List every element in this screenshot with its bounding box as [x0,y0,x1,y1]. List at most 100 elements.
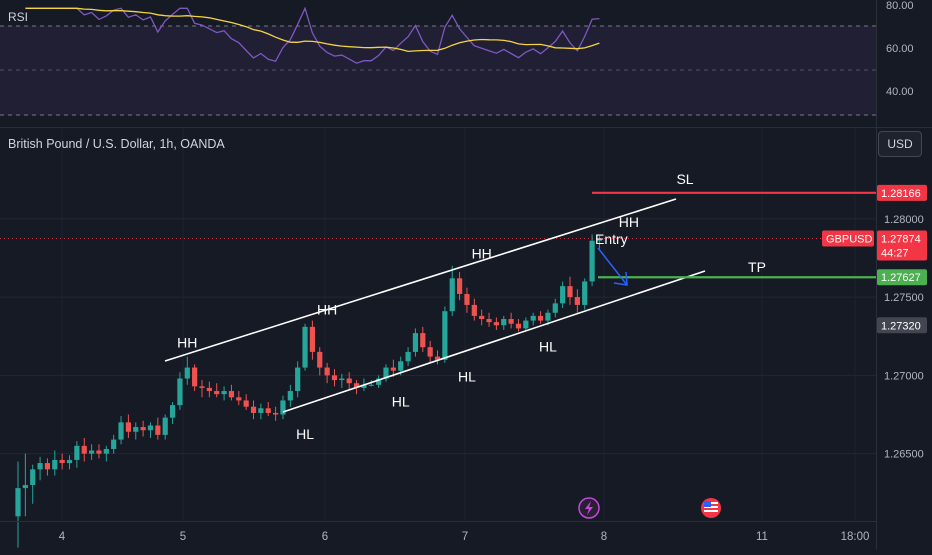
candle-body [214,391,220,395]
swing-label: HL [539,339,557,355]
candle [287,384,293,407]
candle-body [567,286,573,298]
time-tick-label: 4 [59,531,66,543]
candle [221,386,227,401]
candle-body [420,333,426,348]
candle-body [221,391,227,395]
time-axis[interactable]: 4 5 6 7 8 11 18:00 [59,531,870,543]
candle [169,402,176,424]
candle-body [37,463,43,470]
drawings[interactable]: SLTPEntryHHHHHHHHHLHLHLHL [164,171,876,442]
swing-label: HL [296,426,314,442]
candle [250,400,257,420]
candle-body [74,445,80,460]
candle-body [471,304,477,316]
candle-body [589,240,595,282]
candle [140,420,146,437]
candle-body [398,361,404,371]
last-level-tag: 1.27320 [877,317,927,334]
candle-body [22,484,28,489]
price-tags: 1.28166 GBPUSD 1.27874 44:27 1.27627 1.27320 [822,184,927,334]
candle-body [346,378,352,384]
chart-svg[interactable]: RSI 80.00 60.00 40.00 SLTPEntryHHHHHHHHH… [0,0,932,550]
candle [331,369,338,387]
candle [22,453,28,517]
candle-body [324,367,330,376]
candle [74,441,80,468]
candle [434,350,441,365]
candle-body [574,297,580,305]
candle-body [493,322,499,326]
price-tick-label: 1.27000 [884,370,924,382]
candle-body [140,427,146,431]
candle [537,311,544,324]
candle [567,276,573,305]
swing-label: HH [472,245,492,261]
candle [383,364,389,382]
candle-body [103,448,109,454]
chart-title: British Pound / U.S. Dollar, 1h, OANDA [8,137,225,151]
channel-lower-line[interactable] [282,270,706,413]
current-price-tag: 1.27874 [877,230,927,247]
candle-body [280,400,286,415]
candle [515,319,522,332]
time-tick-label: 7 [462,531,468,543]
candle [89,444,95,460]
candle [265,402,271,417]
candle-body [427,347,433,357]
entry-arrow [597,247,628,286]
lightning-event-icon[interactable] [578,497,600,519]
candle [30,464,36,504]
symbol-tag-text: GBPUSD [826,234,873,246]
candle-body [317,351,323,368]
time-tick-label: 11 [756,531,768,543]
candle-body [390,367,396,371]
candle [192,364,198,392]
tp-price-tag-text: 1.27627 [881,272,921,284]
candle-body [177,378,183,406]
swing-label: HH [619,214,639,230]
candle-body [309,326,315,352]
candle-body [552,303,558,313]
candle-body [464,293,470,305]
candle-body [265,408,271,413]
time-tick-label: 6 [322,531,328,543]
candle [309,320,315,360]
candle [96,444,102,459]
candle [295,361,301,398]
candle [405,347,411,366]
candle [501,315,507,330]
swing-label: HL [458,368,476,384]
candle [449,265,455,316]
main-grid [0,128,876,521]
rsi-tick-80: 80.00 [886,0,914,12]
candle-body [302,326,308,368]
candle [15,461,21,548]
candle [118,416,124,445]
candle-body [169,405,176,418]
swing-label: HH [177,335,197,351]
candle-body [523,320,529,329]
candle [243,394,249,410]
candle [457,272,463,301]
last-level-tag-text: 1.27320 [881,320,921,332]
candle-body [560,286,566,304]
candle [317,347,323,376]
candle [155,417,161,440]
currency-button[interactable]: USD [878,131,922,157]
chart-stage: RSI 80.00 60.00 40.00 SL TP Entry HH HH HH HH H… [0,0,932,550]
candle-body [206,387,212,392]
us-flag-event-icon[interactable] [701,498,721,518]
candle-body [442,311,448,360]
candle [81,438,87,462]
candle-body [66,459,73,464]
candle [442,306,448,363]
candle [574,289,580,313]
rsi-pane: RSI 80.00 60.00 40.00 [0,0,914,127]
candle [214,383,220,398]
candles [15,234,603,548]
candle-body [501,319,507,326]
candle-body [530,315,536,321]
swing-label: HH [317,302,337,318]
rsi-label[interactable]: RSI [8,10,28,24]
